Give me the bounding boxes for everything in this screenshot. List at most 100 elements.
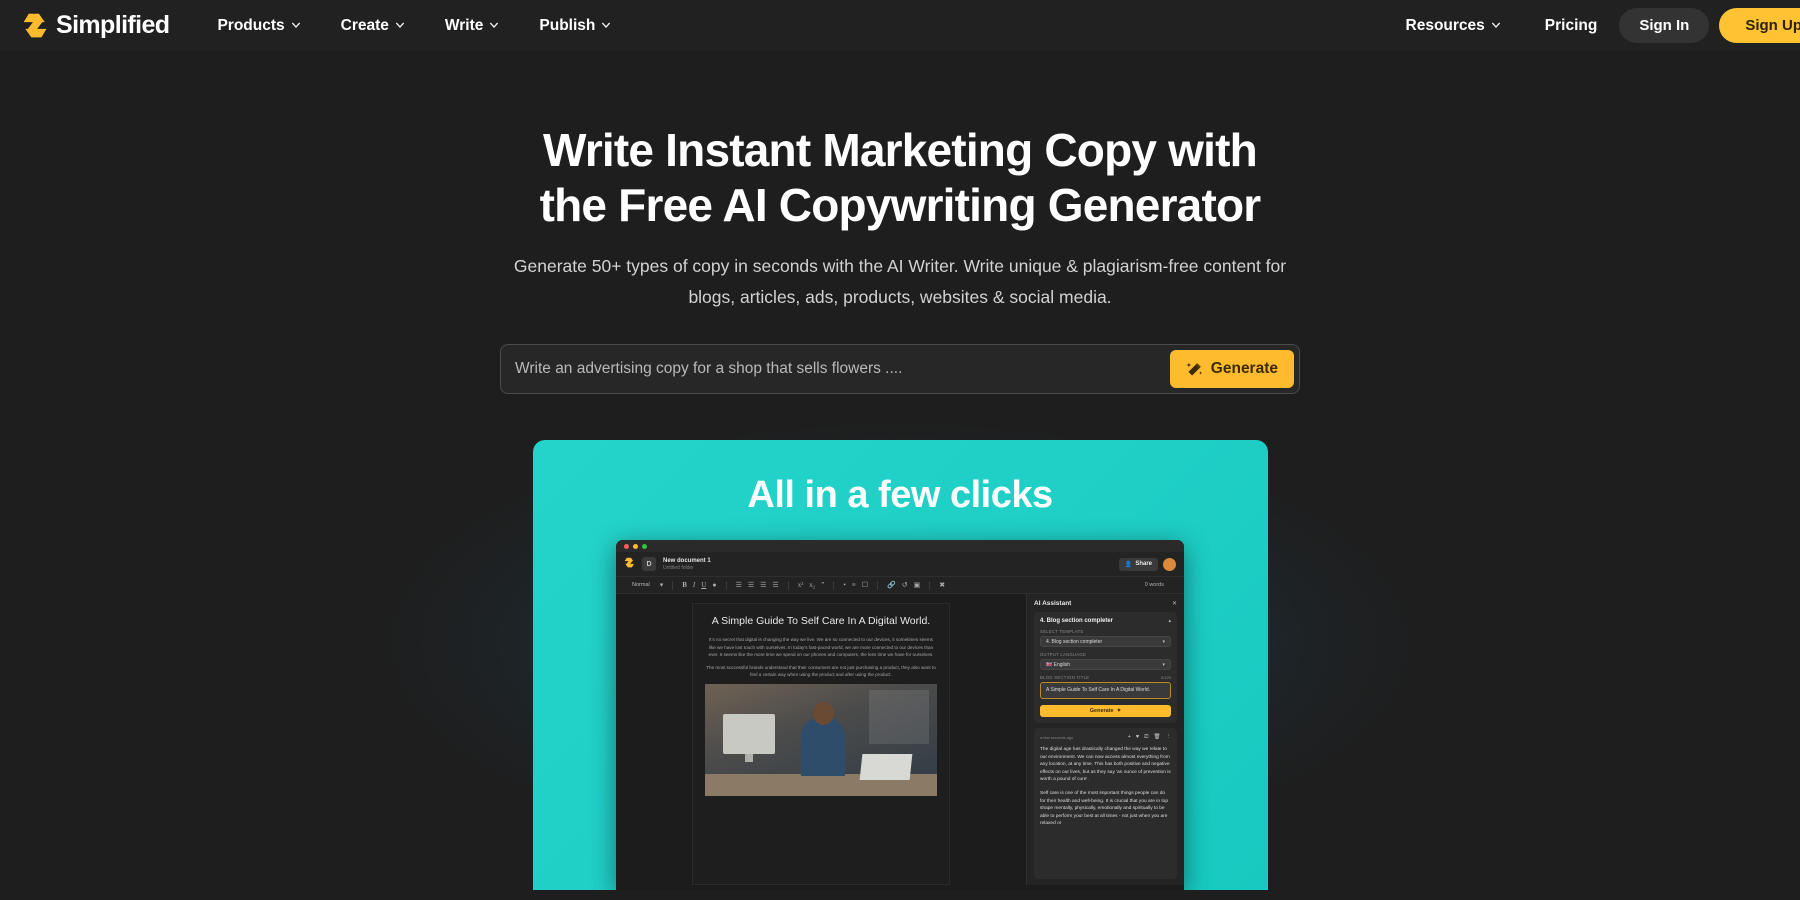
- document-title: A Simple Guide To Self Care In A Digital…: [711, 615, 931, 627]
- numbered-list-icon[interactable]: ≡: [852, 581, 856, 589]
- brand-name: Simplified: [56, 11, 170, 39]
- checklist-icon[interactable]: ☐: [862, 581, 868, 589]
- prompt-search-bar: Generate: [500, 344, 1300, 394]
- subscript-icon[interactable]: x₂: [809, 581, 815, 589]
- nav-item-write[interactable]: Write: [425, 9, 519, 43]
- chevron-down-icon: ▾: [1162, 638, 1165, 645]
- output-language-label: OUTPUT LANGUAGE: [1040, 652, 1087, 657]
- chevron-down-icon: [395, 17, 405, 35]
- sign-in-button[interactable]: Sign In: [1619, 8, 1710, 43]
- nav-label-pricing: Pricing: [1544, 16, 1598, 34]
- toolbar-divider: [787, 580, 789, 590]
- nav-label-products: Products: [217, 16, 285, 34]
- nav-label-write: Write: [444, 16, 484, 34]
- maximize-window-icon: [642, 543, 647, 549]
- nav-item-publish[interactable]: Publish: [519, 9, 631, 43]
- ai-panel-title: AI Assistant: [1034, 600, 1072, 607]
- favorite-icon[interactable]: ♥: [1136, 734, 1139, 741]
- strikethrough-icon[interactable]: ●: [712, 581, 716, 589]
- nav-label-publish: Publish: [539, 16, 596, 34]
- brand-logo[interactable]: Simplified: [22, 11, 170, 40]
- document-paragraph: It's no secret that digital is changing …: [708, 637, 934, 658]
- close-icon[interactable]: ✕: [1172, 600, 1177, 607]
- image-shelf: [869, 689, 929, 744]
- toolbar-divider: [672, 580, 674, 590]
- ai-result-timestamp: a few seconds ago: [1040, 735, 1074, 740]
- more-icon[interactable]: ⋮: [1166, 734, 1172, 741]
- align-right-icon[interactable]: ☰: [760, 581, 766, 589]
- document-meta: New document 1 Untitled folder: [663, 558, 711, 571]
- sign-up-button[interactable]: Sign Up: [1719, 8, 1800, 43]
- select-template-label: SELECT TEMPLATE: [1040, 629, 1084, 634]
- align-center-icon[interactable]: ☰: [748, 581, 754, 589]
- undo-icon[interactable]: ↺: [902, 581, 908, 589]
- image-icon[interactable]: ▣: [914, 581, 921, 589]
- toolbar-divider: [833, 580, 835, 590]
- quote-icon[interactable]: ”: [821, 581, 824, 589]
- template-select[interactable]: 4. Blog section completer ▾: [1040, 636, 1171, 647]
- chevron-down-icon: [291, 17, 301, 35]
- delete-icon[interactable]: 🗑: [1154, 734, 1161, 741]
- ai-panel-header: AI Assistant ✕: [1034, 600, 1177, 607]
- mockup-header-actions: 👤 Share: [1118, 557, 1176, 571]
- nav-label-create: Create: [340, 16, 389, 34]
- document-type-icon: D: [642, 557, 656, 571]
- secondary-nav-links: Resources Pricing Sign In Sign Up: [1384, 0, 1800, 51]
- paragraph-style-label[interactable]: Normal: [632, 582, 650, 588]
- magic-wand-icon: ✦: [1116, 708, 1122, 714]
- template-select-value: 4. Blog section completer: [1046, 638, 1103, 645]
- document-name: New document 1: [663, 557, 711, 564]
- insert-icon[interactable]: +: [1128, 734, 1131, 741]
- superscript-icon[interactable]: x²: [798, 581, 804, 589]
- toolbar-divider: [877, 580, 879, 590]
- clear-format-icon[interactable]: ✖: [939, 581, 945, 589]
- section-title-input[interactable]: A Simple Guide To Self Care In A Digital…: [1040, 682, 1171, 699]
- nav-item-create[interactable]: Create: [321, 9, 425, 43]
- document-image: [705, 683, 937, 796]
- prompt-input[interactable]: [515, 360, 1170, 378]
- align-justify-icon[interactable]: ☰: [772, 581, 778, 589]
- document-paragraph: The most successful brands understand th…: [706, 664, 936, 678]
- ai-template-card-header[interactable]: 4. Blog section completer ▴: [1040, 618, 1171, 624]
- bullet-list-icon[interactable]: •: [843, 581, 845, 589]
- chevron-down-icon: [489, 17, 499, 35]
- showcase-title: All in a few clicks: [747, 474, 1053, 516]
- toolbar-divider: [725, 580, 727, 590]
- chevron-down-icon: ▾: [1162, 661, 1165, 668]
- share-button[interactable]: 👤 Share: [1118, 557, 1158, 571]
- italic-icon[interactable]: I: [693, 581, 695, 589]
- ai-result-card: a few seconds ago + ♥ ⎚ 🗑 ⋮ The digital …: [1034, 728, 1177, 879]
- minimize-window-icon: [633, 543, 638, 549]
- copy-icon[interactable]: ⎚: [1144, 734, 1148, 741]
- nav-label-resources: Resources: [1405, 16, 1485, 34]
- document-folder: Untitled folder: [663, 564, 694, 571]
- chevron-down-icon[interactable]: ▾: [660, 581, 664, 589]
- ai-template-card: 4. Blog section completer ▴ SELECT TEMPL…: [1034, 612, 1177, 723]
- nav-item-pricing[interactable]: Pricing: [1523, 9, 1620, 43]
- ai-result-paragraph: Self care is one of the most important t…: [1040, 790, 1168, 827]
- ai-generate-button[interactable]: Generate ✦: [1040, 705, 1171, 717]
- underline-icon[interactable]: U: [701, 581, 706, 589]
- image-person-body: [801, 717, 845, 776]
- nav-item-products[interactable]: Products: [197, 9, 320, 43]
- bold-icon[interactable]: B: [682, 581, 687, 589]
- close-window-icon: [624, 543, 629, 549]
- mockup-app-header: D New document 1 Untitled folder 👤 Share: [616, 552, 1184, 577]
- editor-toolbar: Normal ▾ B I U ● ☰ ☰ ☰ ☰ x² x₂ ” • ≡ ☐ 🔗…: [616, 577, 1184, 594]
- language-select[interactable]: 🇬🇧 English ▾: [1040, 659, 1171, 670]
- generate-button[interactable]: Generate: [1169, 350, 1294, 388]
- flag-icon: 🇬🇧: [1046, 661, 1054, 668]
- image-laptop: [859, 753, 913, 780]
- ai-result-paragraph: The digital age has drastically changed …: [1040, 747, 1171, 783]
- chevron-up-icon[interactable]: ▴: [1168, 618, 1171, 624]
- image-person-head: [813, 701, 834, 725]
- document-pane[interactable]: A Simple Guide To Self Care In A Digital…: [616, 594, 1026, 885]
- app-mockup: D New document 1 Untitled folder 👤 Share…: [616, 540, 1184, 890]
- link-icon[interactable]: 🔗: [887, 581, 896, 589]
- section-title-label: BLOG SECTION TITLE: [1040, 675, 1090, 680]
- align-left-icon[interactable]: ☰: [736, 581, 742, 589]
- nav-item-resources[interactable]: Resources: [1384, 9, 1523, 43]
- share-icon: 👤: [1124, 561, 1133, 568]
- avatar[interactable]: [1163, 557, 1176, 571]
- showcase-card: All in a few clicks D New document 1 Unt…: [532, 440, 1268, 890]
